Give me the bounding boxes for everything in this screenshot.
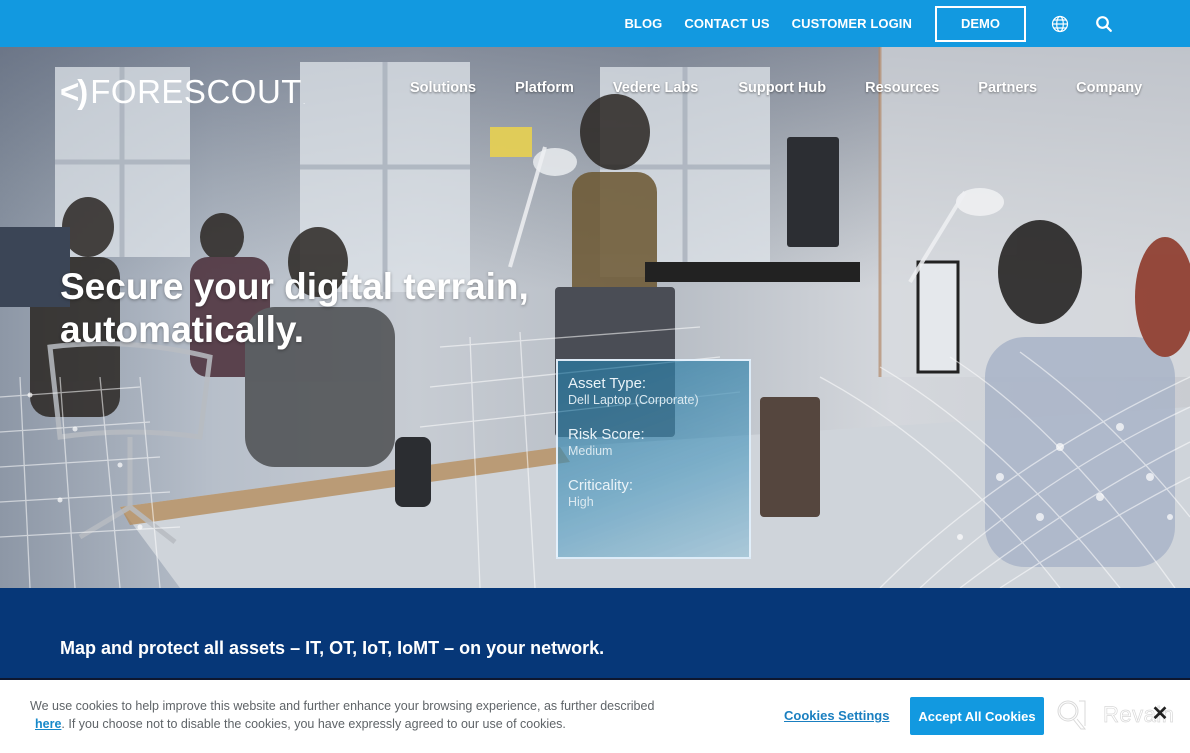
band-headline: Map and protect all assets – IT, OT, IoT… <box>60 638 605 658</box>
revain-logo-icon <box>1057 700 1087 730</box>
utility-bar: BLOG CONTACT US CUSTOMER LOGIN DEMO <box>0 0 1190 47</box>
hero-headline-line-2: automatically. <box>60 309 305 350</box>
asset-type-label: Asset Type: <box>568 375 647 392</box>
cookies-settings-link[interactable]: Cookies Settings <box>784 708 889 723</box>
risk-score-label: Risk Score: <box>568 426 645 443</box>
nav-support-hub[interactable]: Support Hub <box>738 80 826 96</box>
nav-platform[interactable]: Platform <box>515 80 574 96</box>
nav-solutions[interactable]: Solutions <box>410 80 476 96</box>
criticality-value: High <box>568 495 594 509</box>
main-nav: Solutions Platform Vedere Labs Support H… <box>410 80 1142 96</box>
logo-mark-icon: <) <box>60 73 88 110</box>
cookie-text-before: We use cookies to help improve this webs… <box>30 699 655 713</box>
blog-link[interactable]: BLOG <box>624 16 662 31</box>
assets-band: Map and protect all assets – IT, OT, IoT… <box>0 588 1190 680</box>
cookie-policy-link[interactable]: here <box>35 717 61 731</box>
forescout-logo[interactable]: <) FORESCOUT . <box>60 73 306 111</box>
hero-section: <) FORESCOUT . Solutions Platform Vedere… <box>0 47 1190 588</box>
close-cookie-banner-icon[interactable]: ✕ <box>1150 704 1170 724</box>
risk-score-value: Medium <box>568 444 613 458</box>
logo-wordmark: FORESCOUT <box>90 73 302 110</box>
cookie-banner: We use cookies to help improve this webs… <box>0 678 1190 753</box>
search-icon[interactable] <box>1094 14 1114 34</box>
globe-icon[interactable] <box>1050 14 1070 34</box>
hero-headline: Secure your digital terrain, automatical… <box>60 265 529 351</box>
demo-button[interactable]: DEMO <box>935 5 1026 42</box>
nav-vedere-labs[interactable]: Vedere Labs <box>613 80 698 96</box>
asset-info-card: Asset Type: Dell Laptop (Corporate) Risk… <box>556 359 751 559</box>
nav-partners[interactable]: Partners <box>978 80 1037 96</box>
accept-all-cookies-button[interactable]: Accept All Cookies <box>910 697 1044 735</box>
cookie-message: We use cookies to help improve this webs… <box>30 697 670 733</box>
customer-login-link[interactable]: CUSTOMER LOGIN <box>792 16 912 31</box>
nav-company[interactable]: Company <box>1076 80 1142 96</box>
asset-type-value: Dell Laptop (Corporate) <box>568 393 699 407</box>
criticality-label: Criticality: <box>568 477 634 494</box>
contact-us-link[interactable]: CONTACT US <box>684 16 769 31</box>
hero-headline-line-1: Secure your digital terrain, <box>60 266 529 307</box>
cookie-text-after: . If you choose not to disable the cooki… <box>61 717 566 731</box>
logo-trademark: . <box>302 97 306 106</box>
nav-resources[interactable]: Resources <box>865 80 939 96</box>
